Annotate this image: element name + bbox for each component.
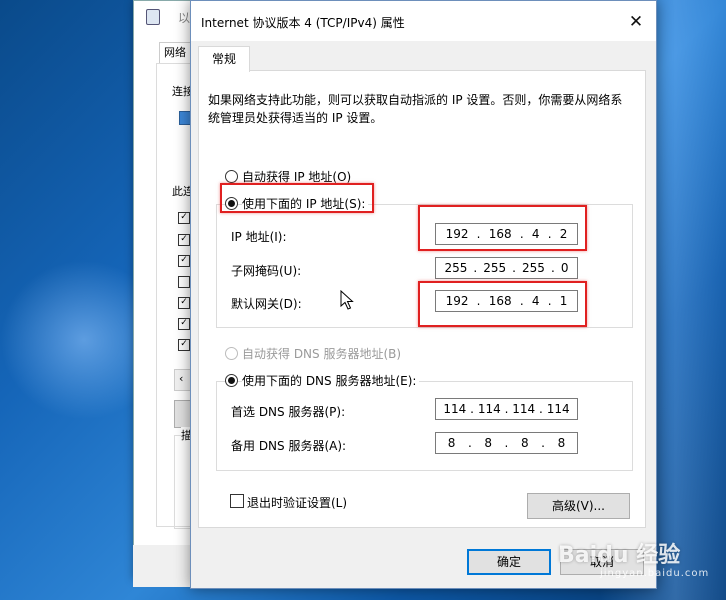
preferred-dns-label: 首选 DNS 服务器(P):: [231, 405, 346, 419]
subnet-mask-label: 子网掩码(U):: [231, 264, 302, 278]
preferred-dns-field[interactable]: 114. 114. 114. 114: [435, 398, 578, 420]
highlight-gateway: [418, 281, 587, 327]
back-item-checkbox[interactable]: ✓: [178, 318, 190, 330]
mask-octet: 0: [560, 261, 569, 275]
desktop-light-left: [0, 260, 140, 420]
mask-octet: 255: [522, 261, 545, 275]
dns-octet: 114: [443, 402, 467, 416]
back-window-footer: [133, 545, 193, 587]
tab-general[interactable]: 常规: [198, 46, 250, 72]
mask-octet: 255: [444, 261, 468, 275]
dns-octet: 114: [477, 402, 501, 416]
gateway-label: 默认网关(D):: [231, 297, 302, 311]
back-item-checkbox[interactable]: ✓: [178, 255, 190, 267]
mouse-cursor-icon: [340, 290, 354, 310]
mask-octet: 255: [483, 261, 507, 275]
highlight-ip-address: [418, 205, 587, 251]
back-item-checkbox[interactable]: [178, 276, 190, 288]
close-icon[interactable]: ✕: [625, 11, 647, 33]
dialog-titlebar: Internet 协议版本 4 (TCP/IPv4) 属性 ✕: [191, 1, 656, 41]
auto-ip-radio[interactable]: [225, 170, 238, 183]
validate-on-exit-label: 退出时验证设置(L): [247, 496, 348, 510]
validate-on-exit-checkbox[interactable]: [230, 494, 244, 508]
alternate-dns-field[interactable]: 8. 8. 8. 8: [435, 432, 578, 454]
dialog-description: 如果网络支持此功能，则可以获取自动指派的 IP 设置。否则，你需要从网络系统管理…: [208, 93, 623, 125]
alternate-dns-label: 备用 DNS 服务器(A):: [231, 439, 347, 453]
advanced-button[interactable]: 高级(V)...: [527, 493, 630, 519]
back-tab-network[interactable]: 网络: [159, 42, 191, 64]
dns-group: [216, 381, 633, 471]
highlight-manual-ip: [220, 183, 374, 213]
baidu-logo: Baidu 经验: [558, 543, 681, 568]
back-item-checkbox[interactable]: ✓: [178, 234, 190, 246]
back-item-checkbox[interactable]: ✓: [178, 339, 190, 351]
ok-button[interactable]: 确定: [467, 549, 551, 575]
dns-octet: 114: [546, 402, 570, 416]
ip-address-label: IP 地址(I):: [231, 230, 287, 244]
back-window-title: 以: [178, 11, 191, 25]
watermark-url: jingyan.baidu.com: [600, 568, 710, 579]
subnet-mask-field[interactable]: 255. 255. 255. 0: [435, 257, 578, 279]
dialog-title: Internet 协议版本 4 (TCP/IPv4) 属性: [201, 16, 405, 30]
back-item-checkbox[interactable]: ✓: [178, 297, 190, 309]
manual-dns-radio[interactable]: [225, 374, 238, 387]
dns-octet: 8: [557, 436, 566, 450]
back-item-checkbox[interactable]: ✓: [178, 212, 190, 224]
dns-octet: 8: [447, 436, 456, 450]
dns-octet: 8: [520, 436, 529, 450]
scroll-left-icon: ‹: [179, 372, 184, 385]
auto-dns-radio[interactable]: [225, 347, 238, 360]
network-adapter-icon: [146, 9, 160, 25]
manual-dns-label: 使用下面的 DNS 服务器地址(E):: [242, 372, 420, 389]
dns-octet: 114: [512, 402, 536, 416]
auto-dns-label: 自动获得 DNS 服务器地址(B): [242, 347, 402, 361]
dns-octet: 8: [484, 436, 492, 450]
